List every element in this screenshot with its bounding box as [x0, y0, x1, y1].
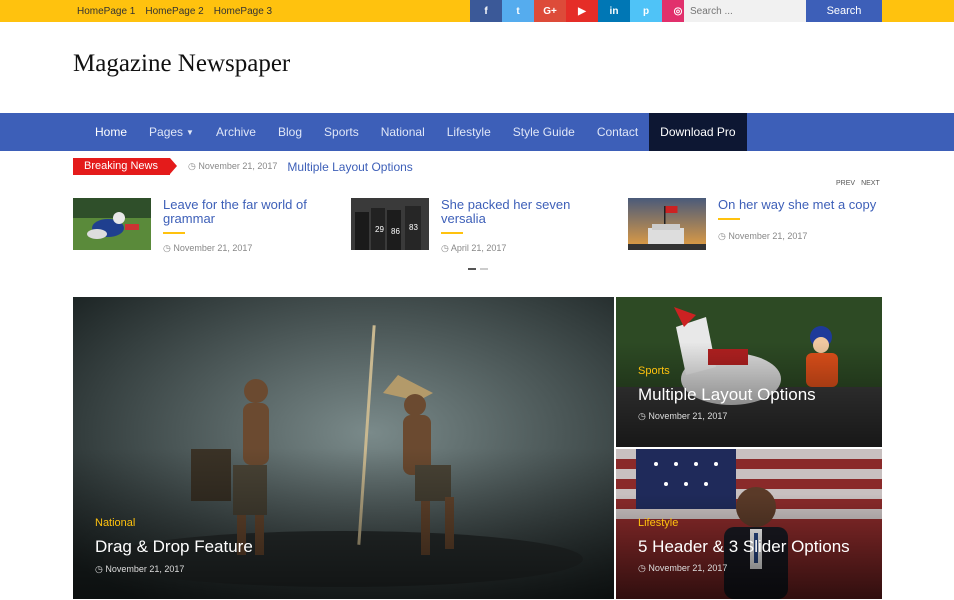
- nav-item-pages[interactable]: Pages ▼: [138, 113, 205, 151]
- top-link-homepage-1[interactable]: HomePage 1: [77, 6, 135, 17]
- post-card: On her way she met a copy ◷ November 21,…: [628, 198, 888, 258]
- top-links: HomePage 1 HomePage 2 HomePage 3: [77, 0, 272, 22]
- feature-date: ◷ November 21, 2017: [95, 564, 185, 574]
- search-input[interactable]: [684, 0, 806, 22]
- breaking-news-link[interactable]: Multiple Layout Options: [287, 160, 412, 174]
- twitter-icon[interactable]: t: [502, 0, 534, 22]
- carousel-dot[interactable]: [468, 268, 476, 270]
- site-title[interactable]: Magazine Newspaper: [73, 50, 290, 78]
- caret-down-icon: ▼: [186, 127, 194, 137]
- breaking-news-ticker: Breaking News ◷ November 21, 2017 Multip…: [73, 158, 413, 175]
- nav-item-archive[interactable]: Archive: [205, 113, 267, 151]
- nav-item-label: Blog: [277, 125, 303, 139]
- feature-date: ◷ November 21, 2017: [638, 563, 728, 573]
- linkedin-icon[interactable]: in: [598, 0, 630, 22]
- post-underline: [718, 218, 740, 220]
- post-title[interactable]: On her way she met a copy: [718, 198, 878, 212]
- feature-title[interactable]: Drag & Drop Feature: [95, 537, 253, 557]
- post-thumbnail-building[interactable]: [628, 198, 706, 250]
- nav-item-lifestyle[interactable]: Lifestyle: [436, 113, 502, 151]
- post-card: 29 86 83 She packed her seven versalia ◷…: [351, 198, 611, 258]
- carousel-dots: [468, 268, 488, 270]
- post-date: ◷ November 21, 2017: [718, 231, 808, 241]
- nav-item-contact[interactable]: Contact: [586, 113, 649, 151]
- carousel-dot[interactable]: [480, 268, 488, 270]
- post-card: Leave for the far world of grammar ◷ Nov…: [73, 198, 333, 258]
- social-links: f t G+ ▶ in p ◎: [470, 0, 694, 22]
- feature-category[interactable]: National: [95, 517, 135, 529]
- post-title[interactable]: She packed her seven versalia: [441, 198, 601, 226]
- breaking-news-label: Breaking News: [73, 158, 177, 175]
- post-thumbnail-football[interactable]: [73, 198, 151, 250]
- prev-button[interactable]: PREV: [836, 180, 855, 187]
- feature-title[interactable]: 5 Header & 3 Slider Options: [638, 537, 850, 557]
- nav-item-national[interactable]: National: [370, 113, 436, 151]
- nav-item-label: Sports: [324, 125, 359, 139]
- feature-card-small[interactable]: Sports Multiple Layout Options ◷ Novembe…: [616, 297, 882, 447]
- nav-item-blog[interactable]: Blog: [267, 113, 313, 151]
- top-link-homepage-3[interactable]: HomePage 3: [214, 6, 272, 17]
- nav-item-sports[interactable]: Sports: [313, 113, 370, 151]
- feature-category[interactable]: Lifestyle: [638, 517, 678, 529]
- feature-title[interactable]: Multiple Layout Options: [638, 385, 816, 405]
- nav-item-label: Archive: [215, 125, 256, 139]
- youtube-icon[interactable]: ▶: [566, 0, 598, 22]
- top-bar: HomePage 1 HomePage 2 HomePage 3 f t G+ …: [0, 0, 954, 22]
- post-date: ◷ April 21, 2017: [441, 243, 507, 253]
- google-plus-icon[interactable]: G+: [534, 0, 566, 22]
- post-title[interactable]: Leave for the far world of grammar: [163, 198, 323, 226]
- next-button[interactable]: NEXT: [861, 180, 880, 187]
- nav-item-label: Style Guide: [512, 125, 575, 139]
- nav-item-home[interactable]: Home: [84, 113, 138, 151]
- feature-date: ◷ November 21, 2017: [638, 411, 728, 421]
- breaking-news-date: ◷ November 21, 2017: [187, 161, 278, 171]
- post-underline: [163, 232, 185, 234]
- svg-text:83: 83: [409, 223, 418, 232]
- nav-item-style-guide[interactable]: Style Guide: [502, 113, 586, 151]
- svg-text:86: 86: [391, 227, 400, 236]
- main-nav: Home Pages ▼ Archive Blog Sports National…: [0, 113, 954, 151]
- nav-item-label: Download Pro: [660, 125, 736, 139]
- feature-category[interactable]: Sports: [638, 365, 670, 377]
- post-underline: [441, 232, 463, 234]
- nav-item-label: Contact: [596, 125, 639, 139]
- feature-card-large[interactable]: National Drag & Drop Feature ◷ November …: [73, 297, 614, 599]
- facebook-icon[interactable]: f: [470, 0, 502, 22]
- nav-item-label: National: [380, 125, 425, 139]
- nav-item-label: Home: [95, 125, 128, 139]
- search-button[interactable]: Search: [806, 0, 882, 22]
- nav-item-label: Lifestyle: [446, 125, 491, 139]
- carousel-pager: PREV NEXT: [836, 180, 880, 187]
- post-date: ◷ November 21, 2017: [163, 243, 253, 253]
- svg-text:29: 29: [375, 225, 384, 234]
- feature-card-small[interactable]: Lifestyle 5 Header & 3 Slider Options ◷ …: [616, 449, 882, 599]
- nav-item-label: Pages: [149, 125, 184, 139]
- post-thumbnail-team[interactable]: 29 86 83: [351, 198, 429, 250]
- pinterest-icon[interactable]: p: [630, 0, 662, 22]
- nav-item-download-pro[interactable]: Download Pro: [649, 113, 747, 151]
- top-link-homepage-2[interactable]: HomePage 2: [145, 6, 203, 17]
